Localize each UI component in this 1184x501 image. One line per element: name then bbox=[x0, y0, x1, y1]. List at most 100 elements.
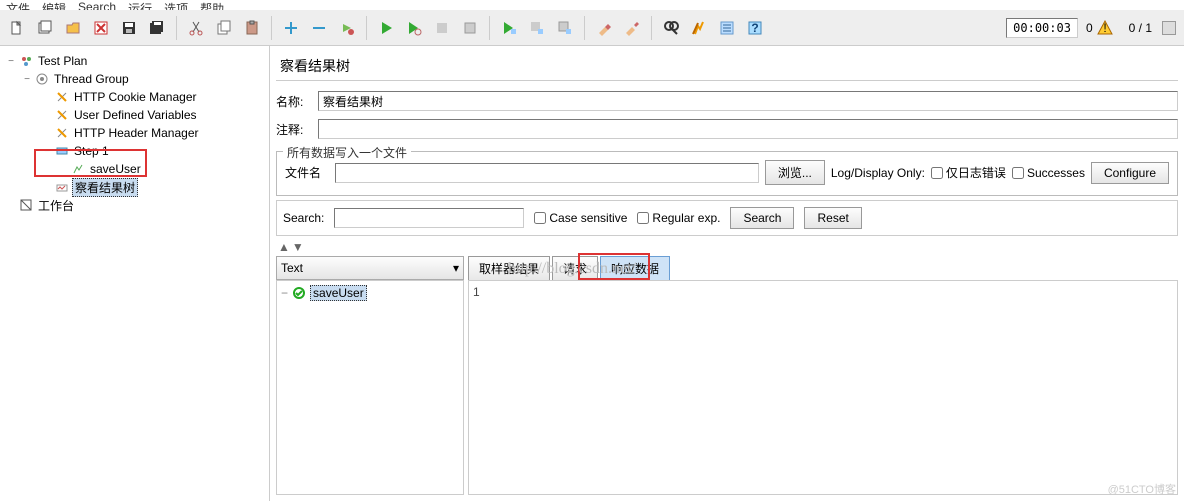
tree-label: saveUser bbox=[88, 162, 143, 176]
tree-test-plan[interactable]: − Test Plan bbox=[2, 52, 267, 70]
tb-paste-icon[interactable] bbox=[239, 15, 265, 41]
tb-clearall-icon[interactable] bbox=[619, 15, 645, 41]
warning-count: 0 bbox=[1086, 21, 1093, 35]
svg-text:?: ? bbox=[751, 21, 758, 35]
menu-options[interactable]: 选项 bbox=[164, 0, 188, 10]
tree-label: HTTP Header Manager bbox=[72, 126, 201, 140]
watermark-text: http://blog.csdn.net/ bbox=[508, 260, 636, 278]
configure-button[interactable]: Configure bbox=[1091, 162, 1169, 184]
tb-function-icon[interactable] bbox=[714, 15, 740, 41]
tree-label: Thread Group bbox=[52, 72, 131, 86]
sampler-icon bbox=[71, 162, 85, 176]
search-button[interactable]: Search bbox=[730, 207, 794, 229]
regexp-label: Regular exp. bbox=[652, 211, 720, 225]
menu-search[interactable]: Search bbox=[78, 0, 116, 10]
write-results-legend: 所有数据写入一个文件 bbox=[283, 144, 411, 161]
menu-run[interactable]: 运行 bbox=[128, 0, 152, 10]
result-node-saveuser[interactable]: − saveUser bbox=[281, 285, 459, 301]
tb-remote-stop-icon[interactable] bbox=[524, 15, 550, 41]
testplan-icon bbox=[19, 54, 33, 68]
case-sensitive-checkbox[interactable]: Case sensitive bbox=[534, 211, 627, 225]
menu-file[interactable]: 文件 bbox=[6, 0, 30, 10]
filename-input[interactable] bbox=[335, 163, 759, 183]
tb-start-notimers-icon[interactable] bbox=[401, 15, 427, 41]
logdisplay-label: Log/Display Only: bbox=[831, 166, 925, 180]
tb-help-icon[interactable]: ? bbox=[742, 15, 768, 41]
comment-input[interactable] bbox=[318, 119, 1178, 139]
response-text: 1 bbox=[473, 285, 480, 299]
errors-only-checkbox[interactable]: 仅日志错误 bbox=[931, 164, 1006, 181]
render-type-label: Text bbox=[281, 261, 303, 275]
tb-start-icon[interactable] bbox=[373, 15, 399, 41]
tree-saveuser[interactable]: saveUser bbox=[2, 160, 267, 178]
tree-label: 察看结果树 bbox=[72, 178, 138, 197]
name-input[interactable] bbox=[318, 91, 1178, 111]
toolbar: ? 00:00:03 0 ! 0 / 1 bbox=[0, 10, 1184, 46]
warning-counter[interactable]: 0 ! bbox=[1080, 20, 1119, 36]
tree-view-results-tree[interactable]: 察看结果树 bbox=[2, 178, 267, 196]
tree-header-manager[interactable]: HTTP Header Manager bbox=[2, 124, 267, 142]
threadgroup-icon bbox=[35, 72, 49, 86]
tb-find-icon[interactable] bbox=[658, 15, 684, 41]
listener-icon bbox=[55, 180, 69, 194]
response-body[interactable]: 1 http://blog.csdn.net/ bbox=[468, 280, 1178, 495]
tb-reset-search-icon[interactable] bbox=[686, 15, 712, 41]
tb-copy-icon[interactable] bbox=[211, 15, 237, 41]
results-right-pane: 取样器结果 请求 响应数据 1 http://blog.csdn.net/ bbox=[468, 256, 1178, 495]
chevron-down-icon: ▾ bbox=[453, 261, 459, 275]
expand-icon: − bbox=[281, 286, 288, 300]
tb-toggle-icon[interactable] bbox=[334, 15, 360, 41]
controller-icon bbox=[55, 144, 69, 158]
successes-checkbox[interactable]: Successes bbox=[1012, 166, 1085, 180]
tb-stop-icon[interactable] bbox=[429, 15, 455, 41]
tb-remote-shutdown-icon[interactable] bbox=[552, 15, 578, 41]
tb-expand-icon[interactable] bbox=[278, 15, 304, 41]
tb-clear-icon[interactable] bbox=[591, 15, 617, 41]
tree-step1[interactable]: − Step 1 bbox=[2, 142, 267, 160]
menu-help[interactable]: 帮助 bbox=[200, 0, 224, 10]
tb-shutdown-icon[interactable] bbox=[457, 15, 483, 41]
tree-user-defined-variables[interactable]: User Defined Variables bbox=[2, 106, 267, 124]
tb-new-icon[interactable] bbox=[4, 15, 30, 41]
errors-only-label: 仅日志错误 bbox=[946, 164, 1006, 181]
tree-label: Test Plan bbox=[36, 54, 89, 68]
tb-save-icon[interactable] bbox=[116, 15, 142, 41]
tree-workbench[interactable]: 工作台 bbox=[2, 196, 267, 214]
results-left-pane: Text ▾ − saveUser bbox=[276, 256, 464, 495]
render-type-combo[interactable]: Text ▾ bbox=[276, 256, 464, 280]
tree-cookie-manager[interactable]: HTTP Cookie Manager bbox=[2, 88, 267, 106]
tree-label: Step 1 bbox=[72, 144, 111, 158]
tree-thread-group[interactable]: − Thread Group bbox=[2, 70, 267, 88]
tb-templates-icon[interactable] bbox=[32, 15, 58, 41]
regexp-checkbox[interactable]: Regular exp. bbox=[637, 211, 720, 225]
thread-counter: 0 / 1 bbox=[1121, 21, 1160, 35]
tb-remote-start-icon[interactable] bbox=[496, 15, 522, 41]
panel-title: 察看结果树 bbox=[276, 52, 1178, 81]
comment-label: 注释: bbox=[276, 121, 312, 138]
elapsed-time: 00:00:03 bbox=[1006, 18, 1078, 38]
successes-label: Successes bbox=[1027, 166, 1085, 180]
footer-watermark: @51CTO博客 bbox=[1108, 481, 1176, 497]
tree-label: HTTP Cookie Manager bbox=[72, 90, 199, 104]
tree-label: 工作台 bbox=[36, 197, 76, 214]
result-node-label: saveUser bbox=[310, 285, 367, 301]
tb-close-icon[interactable] bbox=[88, 15, 114, 41]
search-input[interactable] bbox=[334, 208, 524, 228]
search-bar: Search: Case sensitive Regular exp. Sear… bbox=[276, 200, 1178, 236]
tb-saveall-icon[interactable] bbox=[144, 15, 170, 41]
reset-button[interactable]: Reset bbox=[804, 207, 861, 229]
tb-open-icon[interactable] bbox=[60, 15, 86, 41]
listener-panel: 察看结果树 名称: 注释: 所有数据写入一个文件 文件名 浏览... Log/D… bbox=[270, 46, 1184, 501]
tb-collapse-icon[interactable] bbox=[306, 15, 332, 41]
menu-edit[interactable]: 编辑 bbox=[42, 0, 66, 10]
results-tree[interactable]: − saveUser bbox=[276, 280, 464, 495]
warning-icon: ! bbox=[1097, 20, 1113, 36]
success-icon bbox=[292, 286, 306, 300]
test-plan-tree[interactable]: − Test Plan − Thread Group HTTP Cookie M… bbox=[0, 46, 270, 501]
browse-button[interactable]: 浏览... bbox=[765, 160, 825, 185]
tb-cut-icon[interactable] bbox=[183, 15, 209, 41]
tree-label: User Defined Variables bbox=[72, 108, 199, 122]
status-box-icon bbox=[1162, 21, 1176, 35]
write-results-group: 所有数据写入一个文件 文件名 浏览... Log/Display Only: 仅… bbox=[276, 151, 1178, 196]
search-label: Search: bbox=[283, 211, 324, 225]
